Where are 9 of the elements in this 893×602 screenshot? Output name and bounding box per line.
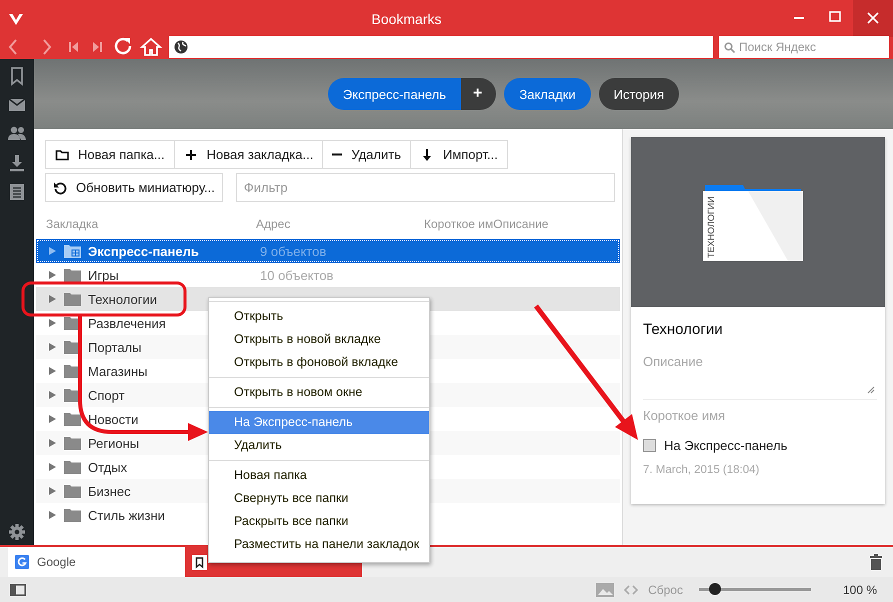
date-text: 7. March, 2015 (18:04) [643,464,760,476]
bookmark-title: Технологии [643,321,724,338]
bookmark-address: 10 объектов [260,268,334,282]
folder-label: ТЕХНОЛОГИИ [706,198,716,258]
window-title: Bookmarks [370,10,443,26]
checkbox-label: На Экспресс-панель [664,438,788,453]
zoom-level: 100 % [842,582,877,596]
bookmark-address: 9 объектов [260,244,326,258]
tab-title: Google [37,555,76,569]
